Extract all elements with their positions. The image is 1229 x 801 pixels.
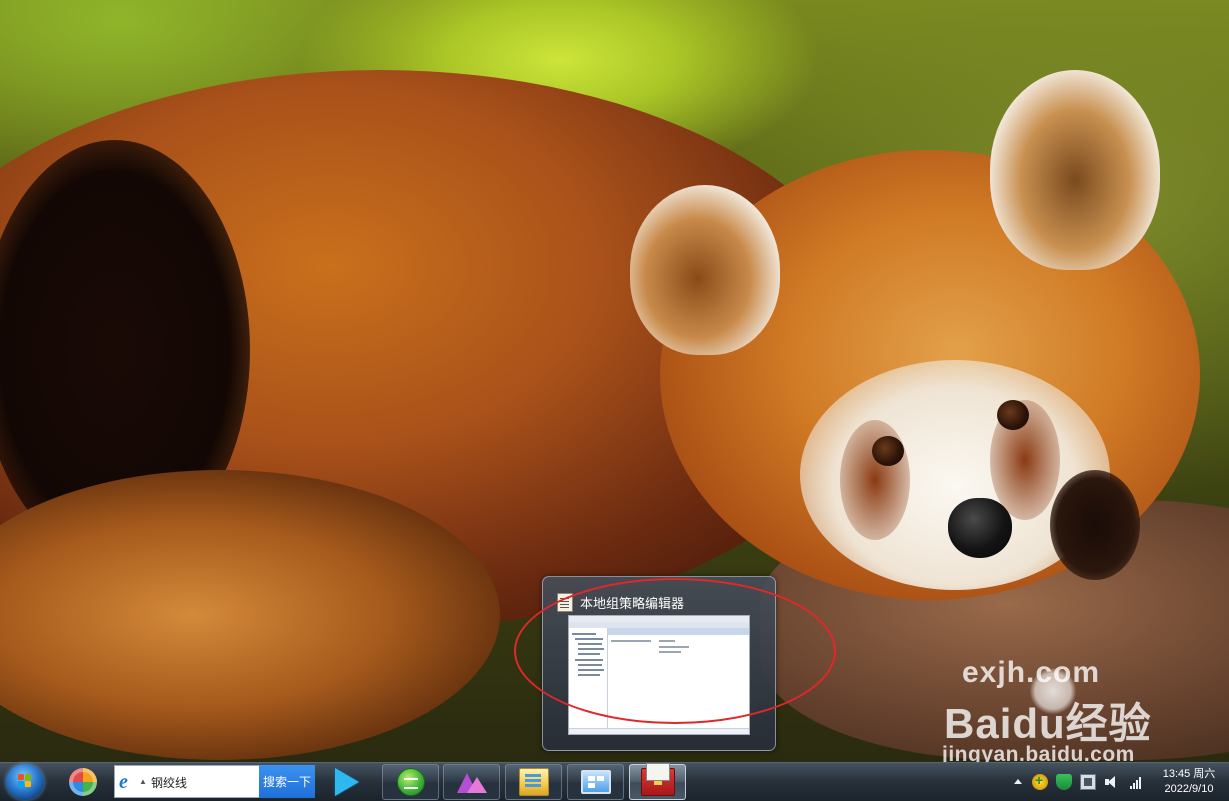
- taskbar-app-group-policy-editor[interactable]: [629, 763, 686, 800]
- preview-tree-line: [578, 643, 602, 645]
- taskbar-app-browser[interactable]: [382, 764, 439, 800]
- preview-tree-line: [578, 674, 600, 676]
- file-explorer-icon: [518, 768, 549, 796]
- wallpaper-panda-eye-left: [872, 436, 904, 466]
- show-hidden-icons-arrow-icon[interactable]: [1014, 779, 1022, 784]
- windows-logo-icon: [18, 774, 32, 788]
- clock-weekday: 周六: [1193, 768, 1216, 780]
- preview-tree-line: [578, 669, 604, 671]
- preview-tree-line: [578, 664, 602, 666]
- preview-tree-line: [578, 648, 604, 650]
- taskbar-app-file-explorer[interactable]: [505, 764, 562, 800]
- video-player-icon: [335, 768, 359, 796]
- preview-content-line: [611, 640, 651, 642]
- preview-tree-line: [575, 638, 603, 640]
- thumbnail-window-preview[interactable]: [568, 615, 750, 735]
- preview-tree-line: [578, 653, 600, 655]
- start-button[interactable]: [6, 764, 44, 800]
- taskbar-app-control-panel[interactable]: [567, 764, 624, 800]
- wallpaper-panda-ear-left: [630, 185, 780, 355]
- control-panel-icon: [580, 770, 611, 794]
- wallpaper-panda-marking-left: [840, 420, 910, 540]
- browser-icon: [396, 768, 425, 796]
- system-tray: [1010, 763, 1150, 801]
- taskbar-app-video-player[interactable]: [320, 763, 374, 801]
- taskbar-thumbnail-preview[interactable]: 本地组策略编辑器: [542, 576, 776, 751]
- wallpaper-panda-nose: [948, 498, 1012, 558]
- preview-content-line: [659, 651, 681, 653]
- wallpaper-panda-paw: [1050, 470, 1140, 580]
- thumbnail-title: 本地组策略编辑器: [580, 596, 685, 611]
- preview-content-line: [659, 640, 675, 642]
- preview-tree-line: [575, 659, 603, 661]
- shield-icon[interactable]: [1056, 774, 1072, 790]
- search-engine-dropdown-icon[interactable]: ▲: [139, 777, 147, 786]
- taskbar: e ▲ 搜索一下 13:45 周六: [0, 762, 1229, 801]
- preview-content-header: [608, 628, 749, 635]
- 360-icon: [69, 768, 97, 796]
- preview-content-line: [659, 646, 689, 648]
- taskbar-app-image-viewer[interactable]: [443, 764, 500, 800]
- preview-tree-line: [572, 633, 596, 635]
- clock-time: 13:45: [1162, 768, 1191, 780]
- group-policy-editor-icon: [640, 763, 675, 796]
- 360-safe-icon[interactable]: [1032, 772, 1048, 790]
- clock-time-row: 13:45 周六: [1152, 767, 1226, 782]
- search-button[interactable]: 搜索一下: [259, 765, 315, 798]
- volume-icon[interactable]: [1104, 774, 1120, 790]
- signal-icon[interactable]: [1128, 774, 1144, 790]
- taskbar-app-360[interactable]: [56, 763, 110, 801]
- ie-search-engine-icon[interactable]: e: [119, 772, 137, 792]
- preview-tree-pane: [569, 628, 608, 728]
- wallpaper-panda-eye-right: [997, 400, 1029, 430]
- search-box[interactable]: e ▲: [114, 765, 260, 798]
- image-viewer-icon: [456, 771, 487, 793]
- preview-statusbar: [569, 728, 749, 734]
- watermark-brand: Baidu经验: [944, 700, 1152, 747]
- clock-date: 2022/9/10: [1164, 783, 1214, 795]
- network-icon[interactable]: [1080, 774, 1096, 790]
- group-policy-document-icon: [557, 593, 573, 612]
- search-input[interactable]: [151, 773, 257, 791]
- thumbnail-title-row: 本地组策略编辑器: [557, 593, 684, 612]
- wallpaper-panda-ear-right: [990, 70, 1160, 270]
- clock[interactable]: 13:45 周六 2022/9/10: [1152, 767, 1226, 797]
